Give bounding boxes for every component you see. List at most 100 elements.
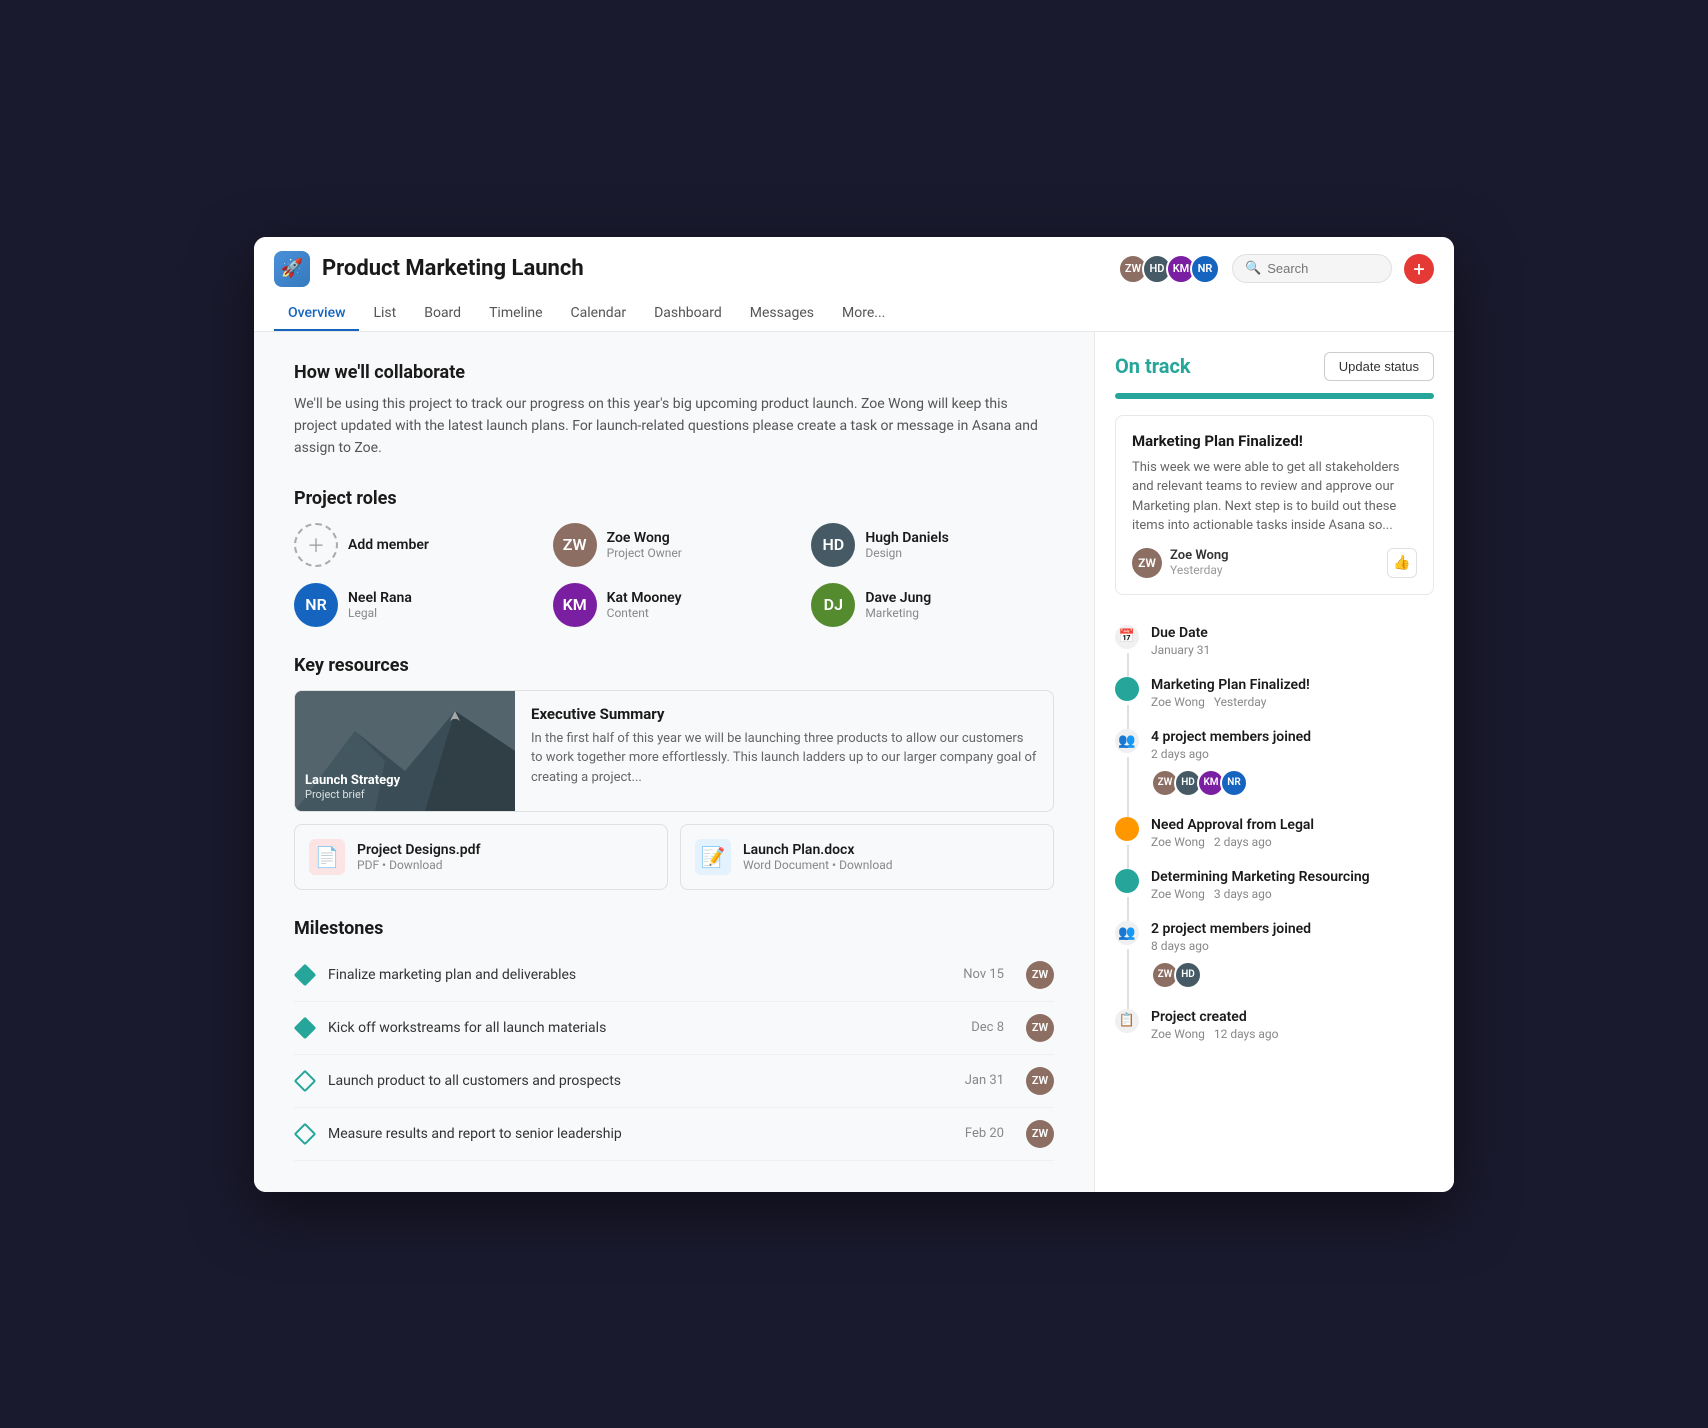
- role-avatar-kat: KM: [553, 583, 597, 627]
- tab-calendar[interactable]: Calendar: [557, 297, 641, 331]
- milestone-3: Launch product to all customers and pros…: [294, 1055, 1054, 1108]
- milestone-text-4: Measure results and report to senior lea…: [328, 1126, 953, 1142]
- role-label-kat: Content: [607, 606, 682, 620]
- timeline-title-marketing-plan: Marketing Plan Finalized!: [1151, 677, 1434, 693]
- milestones-section: Milestones Finalize marketing plan and d…: [294, 918, 1054, 1161]
- title-right: ZW HD KM NR 🔍 +: [1118, 254, 1434, 284]
- milestone-icon-1: [294, 964, 316, 986]
- timeline-avatars-4-members: ZW HD KM NR: [1151, 769, 1434, 797]
- role-name-kat: Kat Mooney: [607, 590, 682, 606]
- card-author: ZW Zoe Wong Yesterday: [1132, 548, 1229, 578]
- tab-dashboard[interactable]: Dashboard: [640, 297, 736, 331]
- search-input[interactable]: [1267, 261, 1379, 276]
- timeline-item-4-members: 👥 4 project members joined 2 days ago ZW…: [1115, 729, 1434, 797]
- resource-image-sub: Project brief: [305, 788, 400, 801]
- collaborate-title: How we'll collaborate: [294, 362, 1054, 383]
- milestone-icon-2: [294, 1017, 316, 1039]
- status-card-desc: This week we were able to get all stakeh…: [1132, 458, 1417, 536]
- tab-overview[interactable]: Overview: [274, 297, 359, 331]
- pdf-icon: 📄: [309, 839, 345, 875]
- timeline-meta-resourcing: Zoe Wong 3 days ago: [1151, 887, 1434, 901]
- tab-timeline[interactable]: Timeline: [475, 297, 556, 331]
- role-label-hugh: Design: [865, 546, 948, 560]
- timeline-dot-teal-1: [1115, 677, 1139, 701]
- roles-title: Project roles: [294, 488, 1054, 509]
- role-avatar-dave: DJ: [811, 583, 855, 627]
- role-avatar-neel: NR: [294, 583, 338, 627]
- search-box[interactable]: 🔍: [1232, 254, 1392, 283]
- file-card-pdf[interactable]: 📄 Project Designs.pdf PDF • Download: [294, 824, 668, 890]
- status-card-title: Marketing Plan Finalized!: [1132, 432, 1417, 450]
- timeline-title-resourcing: Determining Marketing Resourcing: [1151, 869, 1434, 885]
- milestone-avatar-4: ZW: [1026, 1120, 1054, 1148]
- role-info-hugh: Hugh Daniels Design: [865, 530, 948, 560]
- resource-card-large[interactable]: Launch Strategy Project brief Executive …: [294, 690, 1054, 812]
- card-author-avatar: ZW: [1132, 548, 1162, 578]
- milestone-icon-3: [294, 1070, 316, 1092]
- card-author-info: Zoe Wong Yesterday: [1170, 548, 1229, 577]
- timeline-dot-members-2: 👥: [1115, 921, 1139, 945]
- status-card: Marketing Plan Finalized! This week we w…: [1115, 415, 1434, 595]
- timeline-content-due-date: Due Date January 31: [1151, 625, 1434, 657]
- milestone-4: Measure results and report to senior lea…: [294, 1108, 1054, 1161]
- add-member-icon: ＋: [294, 523, 338, 567]
- role-info-neel: Neel Rana Legal: [348, 590, 412, 620]
- left-panel: How we'll collaborate We'll be using thi…: [254, 332, 1094, 1192]
- add-button[interactable]: +: [1404, 254, 1434, 284]
- resource-image: Launch Strategy Project brief: [295, 691, 515, 811]
- timeline-title-approval: Need Approval from Legal: [1151, 817, 1434, 833]
- milestone-date-1: Nov 15: [963, 967, 1004, 982]
- docx-icon: 📝: [695, 839, 731, 875]
- milestone-text-1: Finalize marketing plan and deliverables: [328, 967, 951, 983]
- role-card-dave: DJ Dave Jung Marketing: [811, 583, 1054, 627]
- milestone-2: Kick off workstreams for all launch mate…: [294, 1002, 1054, 1055]
- resource-desc: Executive Summary In the first half of t…: [515, 691, 1053, 811]
- tab-list[interactable]: List: [359, 297, 410, 331]
- role-label-dave: Marketing: [865, 606, 931, 620]
- tab-messages[interactable]: Messages: [736, 297, 828, 331]
- timeline-content-created: Project created Zoe Wong 12 days ago: [1151, 1009, 1434, 1041]
- timeline-meta-4-members: 2 days ago: [1151, 747, 1434, 761]
- resources-title: Key resources: [294, 655, 1054, 676]
- file-card-docx[interactable]: 📝 Launch Plan.docx Word Document • Downl…: [680, 824, 1054, 890]
- timeline-dot-calendar: 📅: [1115, 625, 1139, 649]
- update-status-button[interactable]: Update status: [1324, 352, 1434, 381]
- file-name-pdf: Project Designs.pdf: [357, 842, 481, 858]
- role-card-neel: NR Neel Rana Legal: [294, 583, 537, 627]
- tab-more[interactable]: More...: [828, 297, 899, 331]
- timeline-title-created: Project created: [1151, 1009, 1434, 1025]
- add-member-card[interactable]: ＋ Add member: [294, 523, 537, 567]
- key-resources-section: Key resources Launch Strategy: [294, 655, 1054, 890]
- timeline-item-marketing-plan: Marketing Plan Finalized! Zoe Wong Yeste…: [1115, 677, 1434, 709]
- milestone-date-3: Jan 31: [965, 1073, 1004, 1088]
- status-card-footer: ZW Zoe Wong Yesterday 👍: [1132, 548, 1417, 578]
- titlebar: 🚀 Product Marketing Launch ZW HD KM NR 🔍…: [254, 237, 1454, 332]
- header-avatars: ZW HD KM NR: [1118, 254, 1220, 284]
- author-time: Yesterday: [1170, 563, 1229, 577]
- resource-image-text: Launch Strategy Project brief: [305, 773, 400, 801]
- tab-board[interactable]: Board: [410, 297, 475, 331]
- role-name-hugh: Hugh Daniels: [865, 530, 948, 546]
- role-label-neel: Legal: [348, 606, 412, 620]
- like-button[interactable]: 👍: [1387, 548, 1417, 578]
- milestone-text-3: Launch product to all customers and pros…: [328, 1073, 953, 1089]
- avatar[interactable]: NR: [1190, 254, 1220, 284]
- milestone-1: Finalize marketing plan and deliverables…: [294, 949, 1054, 1002]
- timeline-content-marketing-plan: Marketing Plan Finalized! Zoe Wong Yeste…: [1151, 677, 1434, 709]
- timeline-avatars-2-members: ZW HD: [1151, 961, 1434, 989]
- timeline-meta-marketing-plan: Zoe Wong Yesterday: [1151, 695, 1434, 709]
- timeline-title-due-date: Due Date: [1151, 625, 1434, 641]
- timeline-item-resourcing: Determining Marketing Resourcing Zoe Won…: [1115, 869, 1434, 901]
- nav-tabs: Overview List Board Timeline Calendar Da…: [274, 297, 1434, 331]
- role-label-zoe: Project Owner: [607, 546, 682, 560]
- search-icon: 🔍: [1245, 261, 1261, 276]
- milestone-icon-4: [294, 1123, 316, 1145]
- role-info-zoe: Zoe Wong Project Owner: [607, 530, 682, 560]
- role-name-neel: Neel Rana: [348, 590, 412, 606]
- timeline-item-approval: Need Approval from Legal Zoe Wong 2 days…: [1115, 817, 1434, 849]
- timeline-dot-created: 📋: [1115, 1009, 1139, 1033]
- file-info-docx: Launch Plan.docx Word Document • Downloa…: [743, 842, 892, 872]
- milestone-avatar-1: ZW: [1026, 961, 1054, 989]
- tl-avatar-nr: NR: [1220, 769, 1248, 797]
- role-card-zoe: ZW Zoe Wong Project Owner: [553, 523, 796, 567]
